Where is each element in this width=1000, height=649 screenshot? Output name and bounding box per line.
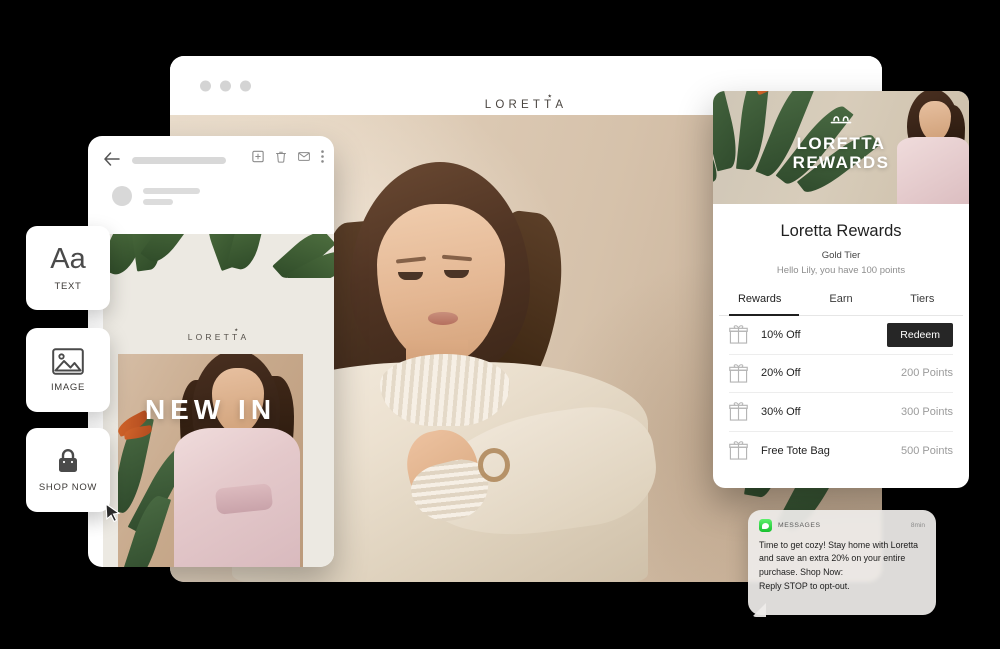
tool-card-text-label: TEXT [54, 280, 82, 292]
reward-name-1: 10% Off [761, 328, 801, 341]
back-arrow-icon[interactable] [104, 152, 120, 166]
email-logo-star-letter: T [232, 332, 241, 342]
reward-row-1[interactable]: 10% Off Redeem [729, 316, 953, 355]
gift-icon [729, 441, 748, 460]
mail-icon[interactable] [298, 150, 310, 163]
rewards-tab-underline [719, 314, 963, 316]
email-hero-model [160, 354, 303, 567]
overflow-menu-icon[interactable] [321, 150, 324, 163]
reward-points-4: 500 Points [901, 444, 953, 457]
email-toolbar-icons[interactable] [252, 150, 324, 163]
tab-earn[interactable]: Earn [800, 293, 881, 315]
rewards-header-line2: REWARDS [792, 153, 890, 173]
archive-icon[interactable] [252, 150, 264, 163]
sms-notification-header: MESSAGES 8min [759, 519, 925, 532]
rewards-title: Loretta Rewards [780, 222, 902, 240]
shopping-bag-icon [59, 449, 77, 472]
tool-card-shop-now-label: SHOP NOW [38, 482, 98, 493]
sms-timestamp: 8min [910, 522, 925, 529]
tool-card-image-label: IMAGE [50, 381, 86, 393]
avatar [112, 186, 132, 206]
messages-app-icon [759, 519, 772, 532]
reward-name-3: 30% Off [761, 405, 801, 418]
tool-card-image[interactable]: IMAGE [26, 328, 110, 412]
email-subject-placeholder [132, 157, 226, 164]
reward-points-3: 300 Points [901, 405, 953, 418]
screenshot-stage: LORETTA LORETTA NEW IN Aa TEXT IMAGE SHO… [0, 0, 1000, 649]
window-maximize-dot[interactable] [240, 80, 251, 91]
reward-row-4[interactable]: Free Tote Bag 500 Points [729, 432, 953, 471]
rewards-header-banner: LORETTA REWARDS [713, 91, 969, 204]
image-icon [52, 347, 84, 375]
window-controls[interactable] [200, 80, 251, 91]
sms-opt-out-line: Reply STOP to opt-out. [759, 581, 850, 592]
rewards-header-text: LORETTA REWARDS [713, 113, 969, 172]
gift-icon [729, 402, 748, 421]
sender-name-placeholder [143, 188, 200, 194]
email-body: LORETTA NEW IN [103, 234, 334, 567]
email-sender-row [88, 182, 334, 222]
site-logo-suffix: A [555, 99, 568, 111]
email-brand-logo: LORETTA [103, 332, 334, 342]
sms-app-name: MESSAGES [778, 522, 821, 529]
rewards-tabs[interactable]: Rewards Earn Tiers [713, 293, 969, 315]
tab-tiers[interactable]: Tiers [882, 293, 963, 315]
site-logo-prefix: LORET [484, 99, 545, 111]
rewards-tier-label: Gold Tier [821, 250, 861, 261]
reward-name-4: Free Tote Bag [761, 444, 830, 457]
reward-points-2: 200 Points [901, 367, 953, 380]
rewards-header-line1: LORETTA [796, 134, 886, 153]
email-logo-suffix: A [240, 332, 250, 342]
window-close-dot[interactable] [200, 80, 211, 91]
email-preview-card: LORETTA NEW IN [88, 136, 334, 567]
sms-bubble-tail [752, 603, 766, 617]
tool-card-shop-now[interactable]: SHOP NOW [26, 428, 110, 512]
email-leaf-banner [103, 234, 334, 278]
sender-address-placeholder [143, 199, 173, 205]
email-logo-prefix: LORET [187, 332, 233, 342]
site-logo-star-letter: T [544, 99, 556, 111]
redeem-button[interactable]: Redeem [887, 322, 953, 347]
reward-name-2: 20% Off [761, 367, 801, 380]
tab-rewards[interactable]: Rewards [719, 293, 800, 315]
sms-notification[interactable]: MESSAGES 8min Time to get cozy! Stay hom… [748, 510, 936, 617]
reward-row-3[interactable]: 30% Off 300 Points [729, 393, 953, 432]
window-minimize-dot[interactable] [220, 80, 231, 91]
trash-icon[interactable] [275, 150, 287, 163]
reward-row-2[interactable]: 20% Off 200 Points [729, 355, 953, 393]
text-aa-icon: Aa [50, 242, 86, 275]
rewards-greeting: Hello Lily, you have 100 points [776, 265, 906, 276]
email-hero-headline: NEW IN [144, 394, 277, 425]
mouse-pointer-icon [105, 503, 121, 523]
tool-card-text[interactable]: Aa TEXT [26, 226, 110, 310]
crown-icon [830, 116, 852, 124]
email-toolbar [88, 136, 334, 182]
gift-icon [729, 325, 748, 344]
rewards-panel: LORETTA REWARDS Loretta Rewards Gold Tie… [713, 91, 969, 488]
email-hero-image: NEW IN [118, 354, 303, 567]
sms-message-body: Time to get cozy! Stay home with Loretta… [759, 540, 919, 577]
gift-icon [729, 363, 748, 383]
